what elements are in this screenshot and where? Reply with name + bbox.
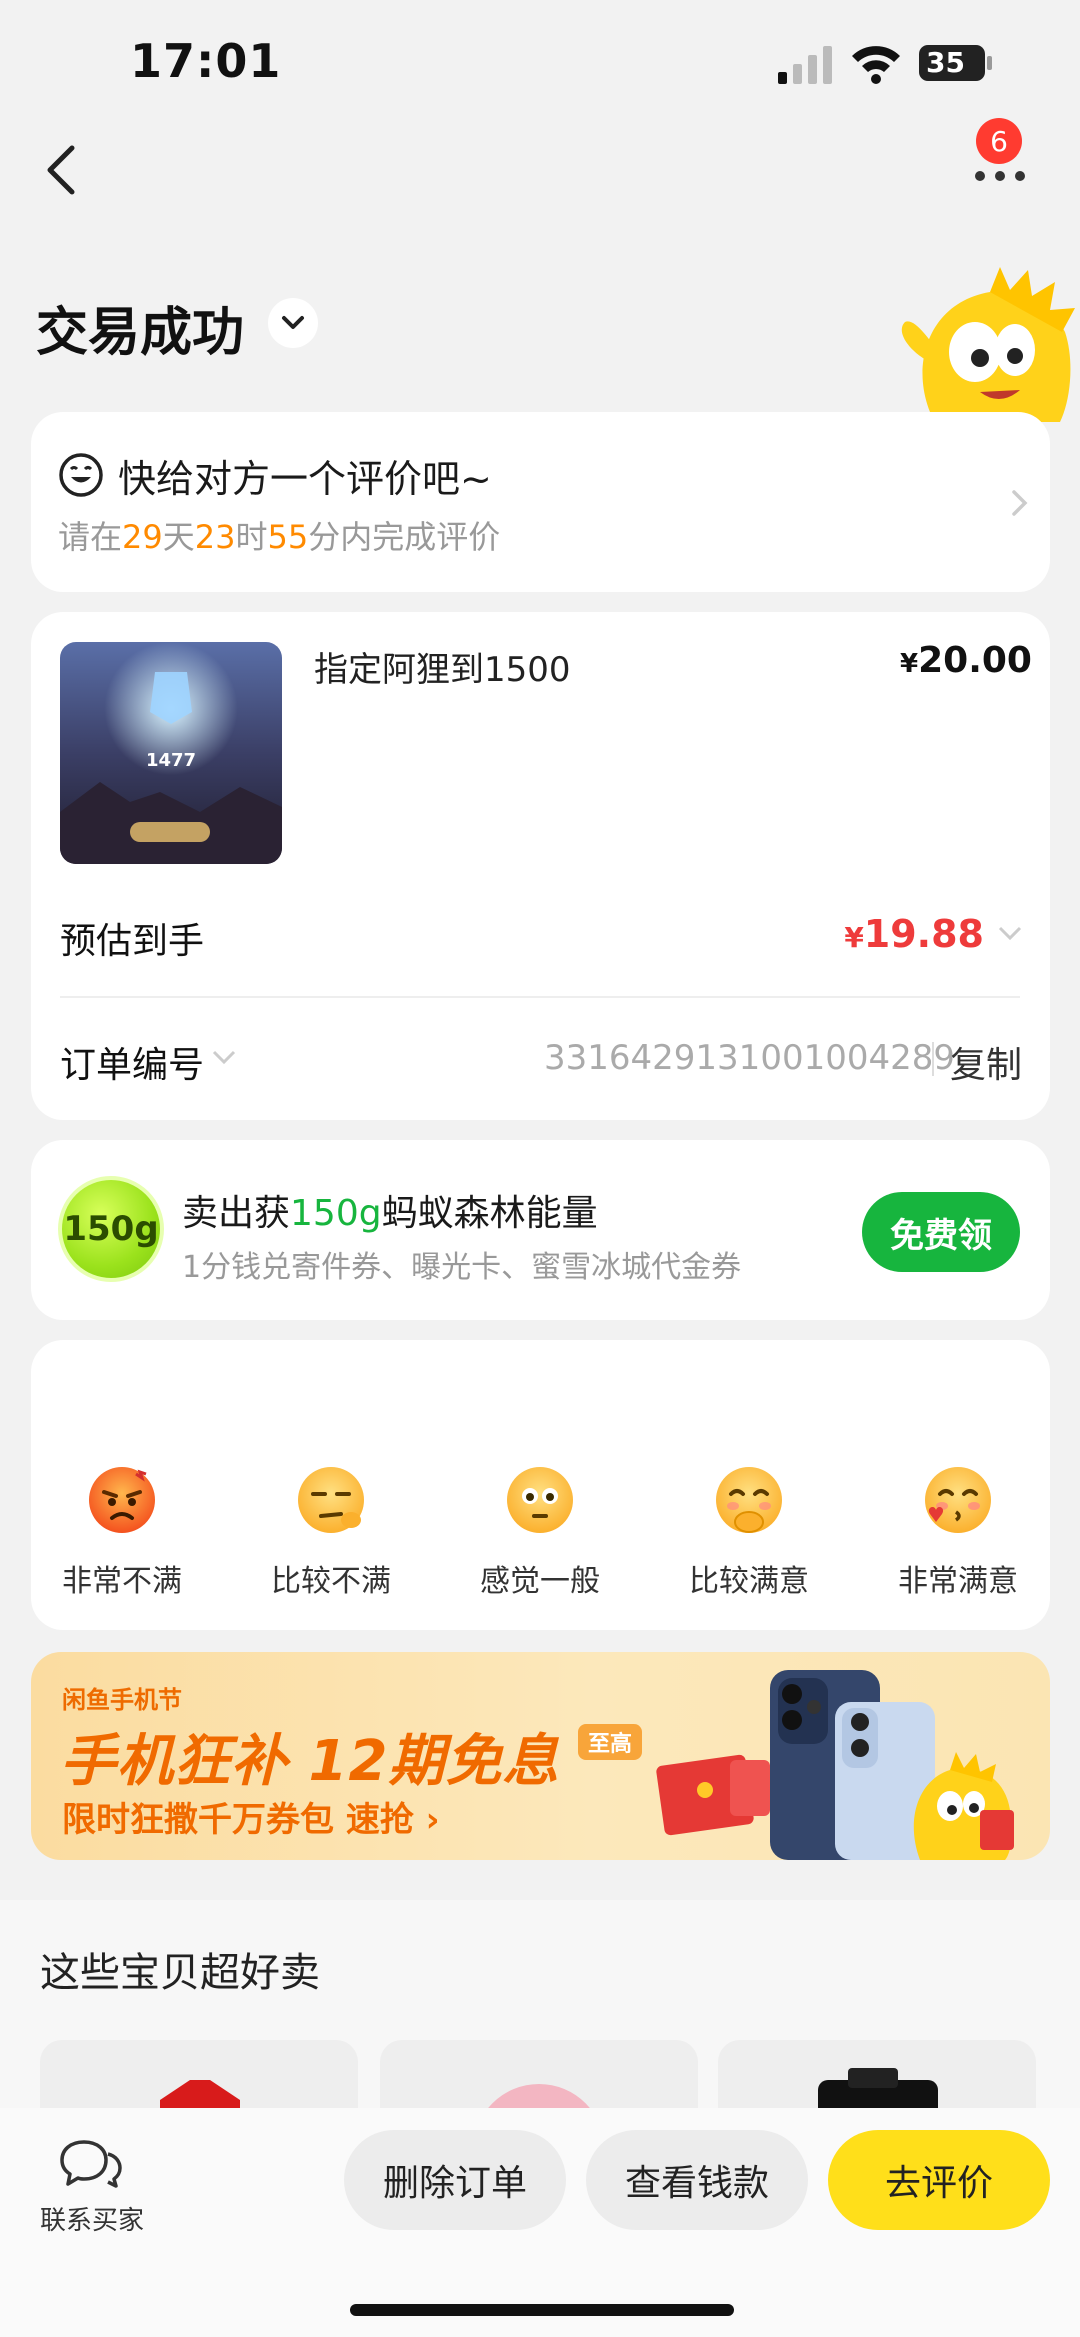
rating-option-very-satisfied[interactable]: 非常满意 (873, 1464, 1043, 1600)
page-title: 交易成功 (36, 303, 245, 363)
back-arrow-icon[interactable] (40, 140, 84, 200)
battery-icon: 35 (918, 44, 994, 82)
order-number-label: 订单编号 (60, 1045, 205, 1086)
rating-option-very-dissatisfied[interactable]: 非常不满 (37, 1464, 207, 1600)
order-number-value: 3316429131001004289 (544, 1038, 956, 1078)
phone-promo-illustration (656, 1670, 1014, 1860)
rating-option-dissatisfied[interactable]: 比较不满 (246, 1464, 416, 1600)
review-countdown: 请在29天23时55分内完成评价 (58, 518, 501, 556)
rating-label: 比较满意 (689, 1564, 809, 1599)
estimate-label: 预估到手 (60, 921, 205, 962)
cellular-signal-icon (778, 46, 832, 84)
chevron-down-icon[interactable] (210, 1048, 238, 1068)
chat-bubble-icon[interactable] (58, 2136, 124, 2192)
review-prompt-title: 快给对方一个评价吧~ (118, 457, 492, 501)
unamused-face-icon (298, 1467, 364, 1533)
angry-face-icon (89, 1467, 155, 1533)
banner-pill: 至高 (578, 1724, 643, 1760)
banner-headline: 手机狂补 12期免息 (60, 1729, 560, 1794)
divider (60, 996, 1020, 998)
rating-label: 感觉一般 (480, 1564, 600, 1599)
product-name[interactable]: 指定阿狸到1500 (314, 642, 571, 691)
smile-face-icon (59, 453, 103, 497)
energy-ball-icon: 150g (58, 1176, 164, 1282)
copy-button[interactable]: 复制 (950, 1036, 1022, 1088)
free-claim-button[interactable]: 免费领 (862, 1192, 1020, 1272)
product-image[interactable]: 1477 (60, 642, 282, 864)
neutral-face-icon (507, 1467, 573, 1533)
rating-option-neutral[interactable]: 感觉一般 (455, 1464, 625, 1600)
energy-subtitle: 1分钱兑寄件券、曝光卡、蜜雪冰城代金券 (182, 1250, 742, 1285)
rating-label: 非常不满 (62, 1564, 182, 1599)
mascot-illustration (901, 267, 1075, 422)
chevron-down-icon (282, 316, 304, 329)
delete-order-button[interactable]: 删除订单 (344, 2130, 566, 2230)
rating-label: 非常满意 (898, 1564, 1018, 1599)
happy-face-icon (716, 1467, 782, 1533)
chevron-down-icon[interactable] (996, 924, 1024, 944)
rating-label: 比较不满 (271, 1564, 391, 1599)
notification-badge: 6 (976, 118, 1022, 164)
recommend-title: 这些宝贝超好卖 (40, 1950, 320, 1996)
title-expand-button[interactable] (268, 298, 318, 348)
banner-subline: 限时狂撒千万券包 速抢 › (62, 1800, 440, 1840)
kissing-face-icon (925, 1467, 991, 1533)
go-review-button[interactable]: 去评价 (828, 2130, 1050, 2230)
energy-title: 卖出获150g蚂蚁森林能量 (182, 1193, 598, 1234)
status-time: 17:01 (130, 34, 282, 88)
product-price: ¥20.00 (900, 640, 1032, 681)
rating-option-satisfied[interactable]: 比较满意 (664, 1464, 834, 1600)
contact-buyer-label[interactable]: 联系买家 (40, 2200, 144, 2237)
view-money-button[interactable]: 查看钱款 (586, 2130, 808, 2230)
estimate-value[interactable]: ¥19.88 (840, 912, 984, 956)
home-indicator (350, 2304, 734, 2316)
chevron-right-icon (1012, 490, 1028, 516)
divider (932, 1042, 934, 1076)
wifi-icon (852, 46, 900, 84)
banner-tag: 闲鱼手机节 (62, 1686, 182, 1714)
battery-level: 35 (926, 46, 965, 79)
product-image-score: 1477 (146, 750, 196, 771)
